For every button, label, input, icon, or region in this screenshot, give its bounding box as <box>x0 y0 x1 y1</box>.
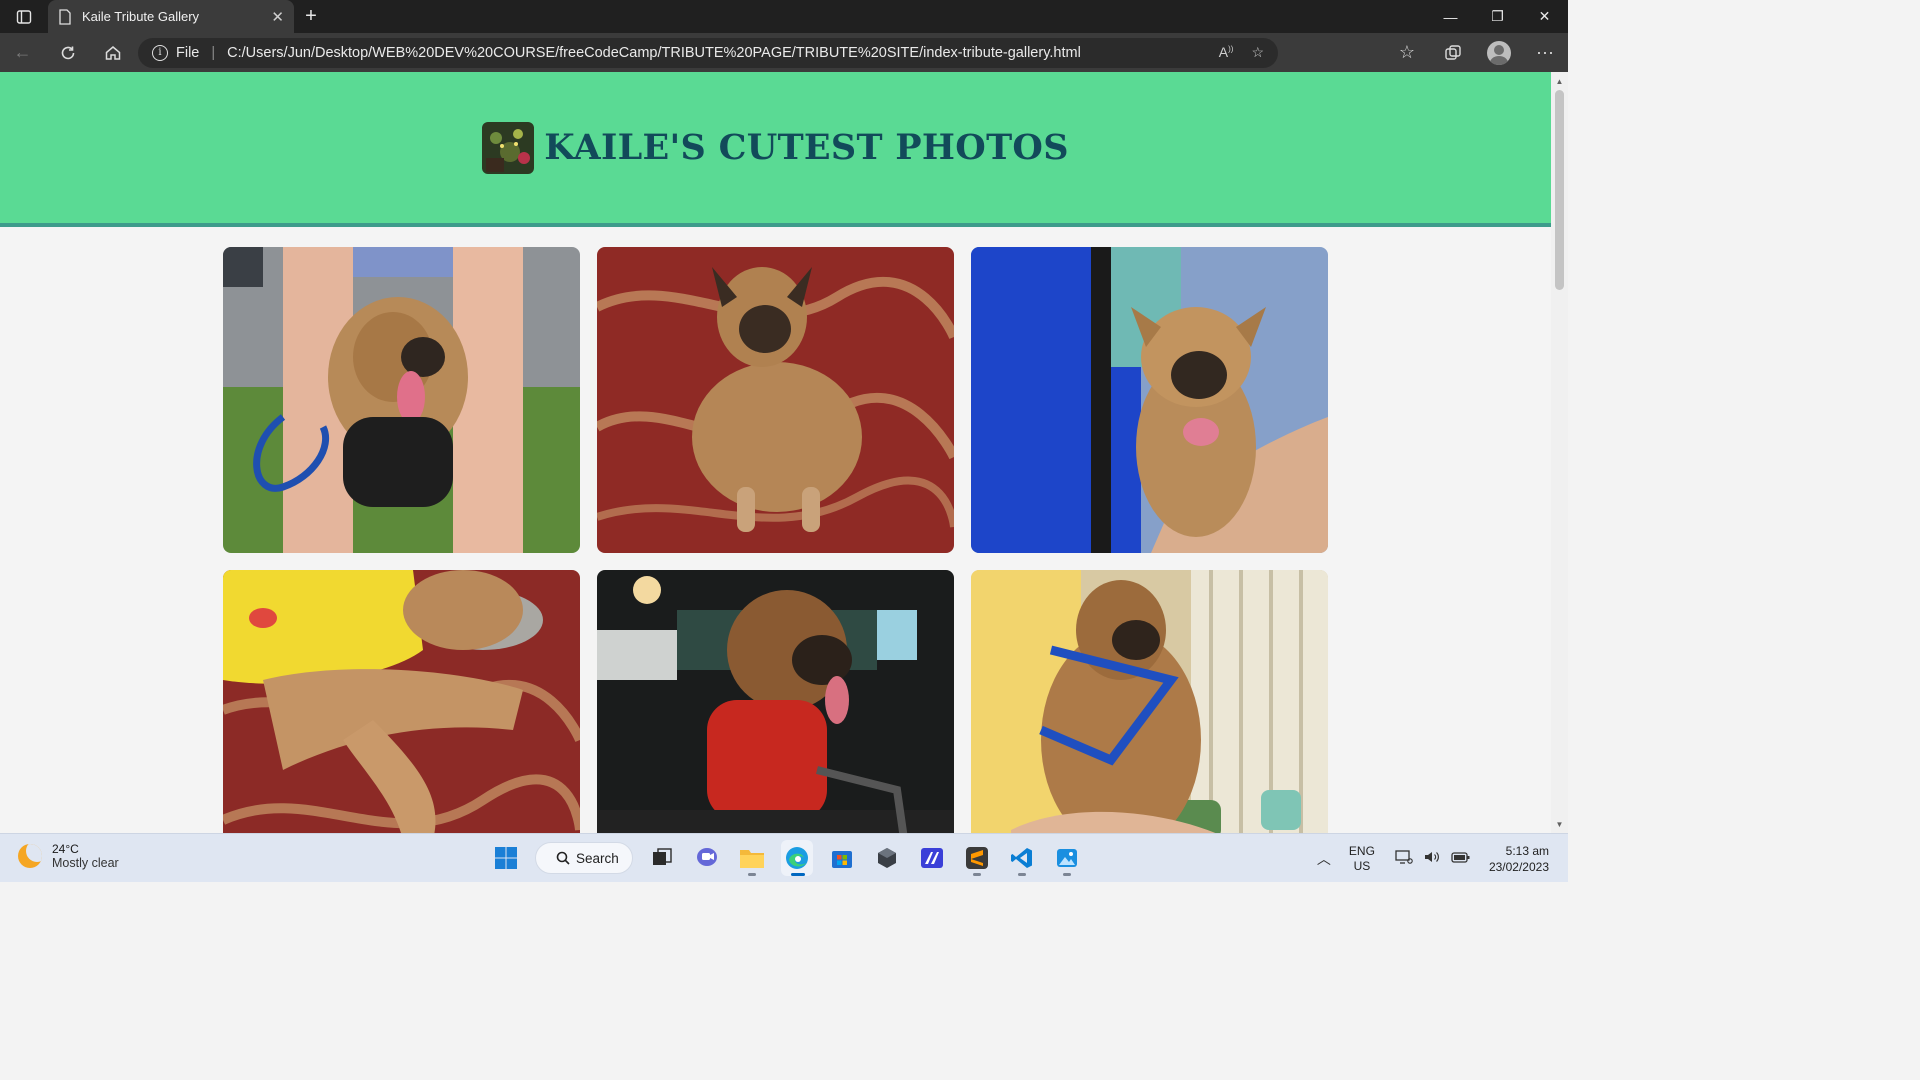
gallery-photo-5[interactable] <box>597 570 954 833</box>
photos-icon[interactable] <box>1051 840 1083 876</box>
restore-icon[interactable]: ❐ <box>1474 0 1521 33</box>
url-text[interactable]: C:/Users/Jun/Desktop/WEB%20DEV%20COURSE/… <box>227 45 1081 61</box>
running-indicator <box>973 873 981 876</box>
browser-titlebar: Kaile Tribute Gallery ✕ + — ❐ ✕ <box>0 0 1568 33</box>
scrollbar-thumb[interactable] <box>1555 90 1564 290</box>
running-indicator <box>748 873 756 876</box>
edge-icon[interactable] <box>781 840 813 876</box>
file-explorer-icon[interactable] <box>736 840 768 876</box>
taskbar-search[interactable]: Search <box>535 842 633 874</box>
profile-icon[interactable] <box>1476 33 1522 72</box>
address-bar[interactable]: i File | C:/Users/Jun/Desktop/WEB%20DEV%… <box>138 37 1278 68</box>
moon-icon <box>18 844 42 868</box>
weather-desc: Mostly clear <box>52 856 119 870</box>
scroll-down-icon[interactable]: ▼ <box>1551 817 1568 831</box>
clock-date: 23/02/2023 <box>1488 859 1549 874</box>
clock-time: 5:13 am <box>1505 843 1549 858</box>
page-viewport: KAILE'S CUTEST PHOTOS ▲ ▼ <box>0 72 1568 833</box>
gallery-photo-6[interactable] <box>971 570 1328 833</box>
windows-taskbar: 24°C Mostly clear Search ︿ ENG US 5:13 a… <box>0 833 1568 882</box>
sidebar-icon <box>16 9 32 24</box>
refresh-icon[interactable] <box>45 33 90 72</box>
page-header: KAILE'S CUTEST PHOTOS <box>0 72 1551 227</box>
avatar <box>1487 40 1511 65</box>
read-aloud-icon[interactable]: A)) <box>1219 44 1234 61</box>
close-icon[interactable]: ✕ <box>271 8 284 26</box>
back-icon[interactable]: ← <box>0 33 45 72</box>
lang-region: US <box>1353 858 1371 873</box>
page-title: KAILE'S CUTEST PHOTOS <box>544 127 1069 168</box>
language-indicator[interactable]: ENG US <box>1349 844 1375 874</box>
gallery-photo-3[interactable] <box>971 247 1328 553</box>
scroll-up-icon[interactable]: ▲ <box>1551 74 1568 88</box>
browser-tab[interactable]: Kaile Tribute Gallery ✕ <box>48 0 294 33</box>
vscode-icon[interactable] <box>1006 840 1038 876</box>
plus-icon[interactable]: + <box>294 0 328 33</box>
store-icon[interactable] <box>826 840 858 876</box>
task-view-icon[interactable] <box>646 840 678 876</box>
system-tray: ︿ ENG US 5:13 am 23/02/2023 <box>1317 834 1568 883</box>
add-favorite-icon[interactable]: ☆ <box>1251 44 1264 61</box>
search-label: Search <box>576 850 619 866</box>
start-icon[interactable] <box>490 840 522 876</box>
gallery-photo-2[interactable] <box>597 247 954 553</box>
page-icon <box>59 8 71 25</box>
tab-actions-button[interactable] <box>0 0 48 33</box>
home-icon[interactable] <box>90 33 135 72</box>
battery-icon[interactable] <box>1451 849 1471 868</box>
volume-icon[interactable] <box>1423 849 1441 868</box>
chevron-up-icon[interactable]: ︿ <box>1317 849 1331 869</box>
lang-code: ENG <box>1348 843 1375 858</box>
more-icon[interactable]: ··· <box>1522 33 1568 72</box>
minimize-icon[interactable]: — <box>1427 0 1474 33</box>
close-window-icon[interactable]: ✕ <box>1521 0 1568 33</box>
running-indicator <box>1018 873 1026 876</box>
app-cube-icon[interactable] <box>871 840 903 876</box>
gallery-photo-1[interactable] <box>223 247 580 553</box>
app-editor-icon[interactable] <box>916 840 948 876</box>
clock[interactable]: 5:13 am 23/02/2023 <box>1489 843 1549 875</box>
info-icon[interactable]: i <box>152 44 168 61</box>
header-logo-photo <box>482 121 535 174</box>
collections-icon[interactable] <box>1430 33 1476 72</box>
photo-gallery <box>223 247 1328 833</box>
weather-widget[interactable]: 24°C Mostly clear <box>18 842 119 870</box>
address-separator: | <box>211 44 216 61</box>
weather-temp: 24°C <box>52 842 79 856</box>
sublime-text-icon[interactable] <box>961 840 993 876</box>
browser-navbar: ← i File | C:/Users/Jun/Desktop/WEB%20DE… <box>0 33 1568 72</box>
gallery-photo-4[interactable] <box>223 570 580 833</box>
address-prefix: File <box>176 44 200 61</box>
active-indicator <box>791 873 805 876</box>
network-icon[interactable] <box>1395 849 1413 868</box>
search-icon <box>556 851 570 865</box>
running-indicator <box>1063 873 1071 876</box>
tab-title: Kaile Tribute Gallery <box>82 9 200 24</box>
page-scrollbar[interactable]: ▲ ▼ <box>1551 72 1568 833</box>
favorites-icon[interactable]: ☆ <box>1384 33 1430 72</box>
chat-icon[interactable] <box>691 840 723 876</box>
